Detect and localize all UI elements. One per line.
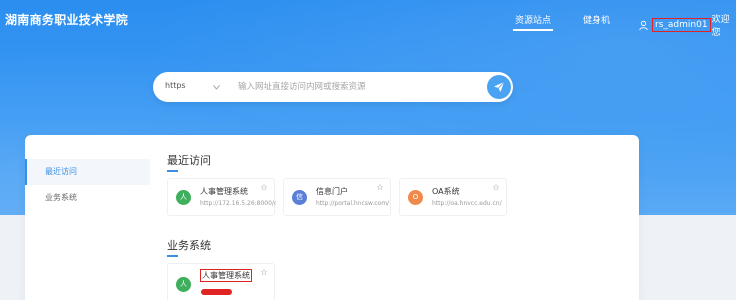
search-button[interactable] [487, 75, 511, 99]
card-name: 人事管理系统 [200, 187, 248, 196]
card-avatar: 人 [176, 190, 191, 205]
card-name: 人事管理系统 [200, 269, 252, 282]
recent-card-oa[interactable]: O OA系统 http://oa.hnvcc.edu.cn/ [399, 178, 507, 216]
card-url: http://portal.hncsw.com/ [316, 200, 390, 207]
card-name: 信息门户 [316, 187, 348, 196]
sidebar-item-business[interactable]: 业务系统 [25, 185, 150, 211]
user-area[interactable]: rs_admin01 欢迎您 [639, 12, 736, 38]
send-icon [494, 81, 505, 92]
search-bar: https [153, 72, 513, 102]
nav-resource-site[interactable]: 资源站点 [512, 13, 554, 31]
nav-fitness-machine[interactable]: 健身机 [583, 13, 610, 26]
sidebar: 最近访问 业务系统 [25, 135, 150, 300]
star-icon[interactable] [261, 269, 267, 275]
recent-card-portal[interactable]: 信 信息门户 http://portal.hncsw.com/ [283, 178, 391, 216]
star-icon[interactable] [493, 184, 499, 190]
protocol-select[interactable]: https [165, 81, 186, 90]
search-input[interactable] [238, 78, 468, 96]
star-icon[interactable] [377, 184, 383, 190]
welcome-text: 欢迎您 [711, 15, 730, 38]
card-avatar: 人 [176, 277, 191, 292]
section-title-business: 业务系统 [167, 239, 211, 257]
star-icon[interactable] [261, 184, 267, 190]
site-title: 湖南商务职业技术学院 [5, 13, 129, 27]
section-title-recent: 最近访问 [167, 154, 211, 172]
top-bar: 湖南商务职业技术学院 资源站点 健身机 rs_admin01 欢迎您 [0, 0, 736, 38]
main-panel: 最近访问 业务系统 最近访问 人 人事管理系统 http://172.16.5.… [25, 135, 639, 300]
redaction-mark [201, 289, 232, 295]
chevron-down-icon[interactable] [213, 85, 220, 90]
recent-card-hr[interactable]: 人 人事管理系统 http://172.16.5.26:8000/c [167, 178, 276, 216]
card-avatar: 信 [292, 190, 307, 205]
card-url: http://oa.hnvcc.edu.cn/ [432, 200, 502, 207]
card-url: http://172.16.5.26:8000/c [200, 200, 276, 207]
username[interactable]: rs_admin01 [652, 18, 711, 32]
user-icon [639, 20, 648, 30]
card-avatar: O [408, 190, 423, 205]
sidebar-item-recent[interactable]: 最近访问 [25, 159, 150, 185]
card-name: OA系统 [432, 187, 460, 196]
